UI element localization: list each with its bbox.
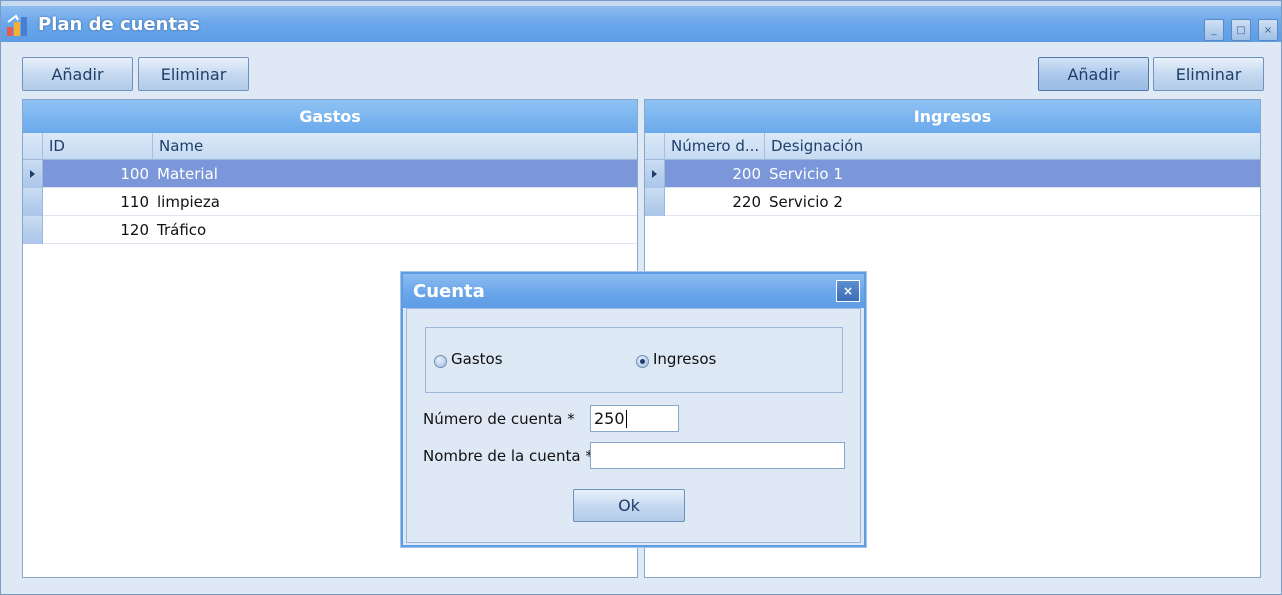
account-type-group: Gastos Ingresos xyxy=(425,327,843,393)
close-icon[interactable]: × xyxy=(836,280,860,302)
cell-id: 100 xyxy=(120,165,149,183)
row-indicator-arrow-icon xyxy=(652,170,657,178)
column-header-name[interactable]: Name xyxy=(153,133,637,160)
column-header-designation[interactable]: Designación xyxy=(765,133,1260,160)
dialog-body: Gastos Ingresos Número de cuenta * 250 N… xyxy=(406,308,861,543)
radio-ingresos[interactable] xyxy=(636,355,649,368)
cell-id: 120 xyxy=(120,221,149,239)
table-row[interactable]: 110 limpieza xyxy=(23,188,637,216)
maximize-icon[interactable]: □ xyxy=(1231,19,1251,41)
dialog-title-bar: Cuenta × xyxy=(403,274,864,308)
cell-name: limpieza xyxy=(157,193,220,211)
row-indicator-arrow-icon xyxy=(30,170,35,178)
cell-name: Material xyxy=(157,165,218,183)
radio-gastos[interactable] xyxy=(434,355,447,368)
table-row[interactable]: 220 Servicio 2 xyxy=(645,188,1260,216)
cell-designation: Servicio 2 xyxy=(769,193,843,211)
account-number-value: 250 xyxy=(594,409,625,428)
cell-designation: Servicio 1 xyxy=(769,165,843,183)
radio-ingresos-label[interactable]: Ingresos xyxy=(653,350,716,368)
account-dialog: Cuenta × Gastos Ingresos Número de cuent… xyxy=(401,272,866,547)
cell-name: Tráfico xyxy=(157,221,207,239)
expenses-grid-title: Gastos xyxy=(23,100,637,133)
account-name-label: Nombre de la cuenta * xyxy=(423,447,593,465)
delete-expense-button[interactable]: Eliminar xyxy=(138,57,249,91)
account-name-field[interactable] xyxy=(590,442,845,469)
delete-income-button[interactable]: Eliminar xyxy=(1153,57,1264,91)
ok-button[interactable]: Ok xyxy=(573,489,685,522)
title-bar: Plan de cuentas _ □ × xyxy=(1,6,1281,42)
cell-number: 200 xyxy=(732,165,761,183)
dialog-title: Cuenta xyxy=(413,281,485,302)
close-icon[interactable]: × xyxy=(1258,19,1278,41)
column-header-id[interactable]: ID xyxy=(43,133,153,160)
add-expense-button[interactable]: Añadir xyxy=(22,57,133,91)
table-row[interactable]: 100 Material xyxy=(23,160,637,188)
window-title: Plan de cuentas xyxy=(38,14,200,35)
income-grid-title: Ingresos xyxy=(645,100,1260,133)
main-window: Plan de cuentas _ □ × Añadir Eliminar Añ… xyxy=(0,0,1282,595)
app-icon xyxy=(7,14,27,36)
add-income-button[interactable]: Añadir xyxy=(1038,57,1149,91)
table-row[interactable]: 120 Tráfico xyxy=(23,216,637,244)
account-number-label: Número de cuenta * xyxy=(423,410,575,428)
column-header-number[interactable]: Número d... xyxy=(665,133,765,160)
cell-number: 220 xyxy=(732,193,761,211)
minimize-icon[interactable]: _ xyxy=(1204,19,1224,41)
radio-gastos-label[interactable]: Gastos xyxy=(451,350,503,368)
account-number-field[interactable]: 250 xyxy=(590,405,679,432)
text-caret xyxy=(625,409,627,428)
table-row[interactable]: 200 Servicio 1 xyxy=(645,160,1260,188)
cell-id: 110 xyxy=(120,193,149,211)
